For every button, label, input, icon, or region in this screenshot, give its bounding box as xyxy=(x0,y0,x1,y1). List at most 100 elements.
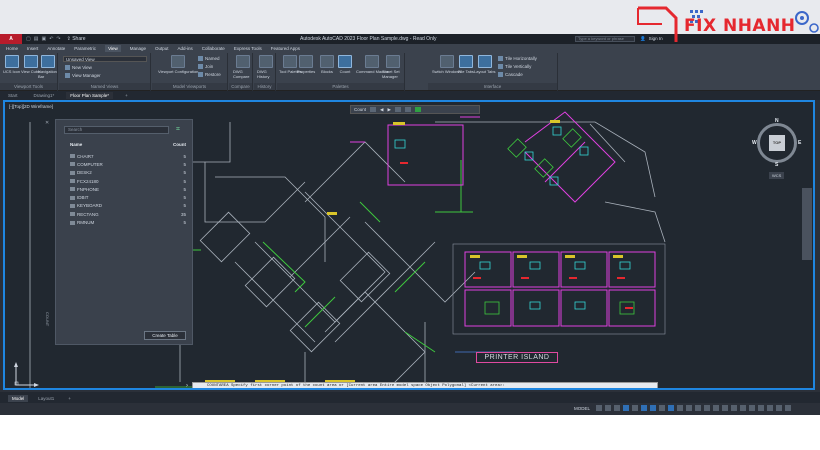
tab-output[interactable]: Output xyxy=(155,46,169,51)
doc-tab-floor-plan[interactable]: Floor Plan Sample* xyxy=(66,92,114,99)
quick-properties-icon[interactable] xyxy=(740,405,747,411)
new-view-button[interactable]: New View xyxy=(65,65,92,70)
tile-horizontally-button[interactable]: Tile Horizontally xyxy=(498,56,537,61)
count-value-box[interactable] xyxy=(370,107,377,112)
customization-menu-icon[interactable] xyxy=(785,405,792,411)
annotation-monitor-icon[interactable] xyxy=(722,405,729,411)
palette-close-icon[interactable]: ✕ xyxy=(45,120,49,126)
blocks-button[interactable]: Blocks xyxy=(320,55,334,74)
list-item[interactable]: IDBIT 5 xyxy=(70,193,186,201)
tab-model[interactable]: Model xyxy=(8,394,29,402)
finish-check-icon[interactable] xyxy=(414,107,421,112)
wcs-menu[interactable]: WCS xyxy=(769,172,785,179)
tab-collaborate[interactable]: Collaborate xyxy=(202,46,225,51)
navigation-bar[interactable] xyxy=(802,188,812,260)
list-item[interactable]: DESK2 5 xyxy=(70,169,186,177)
doc-tab-start[interactable]: Start xyxy=(4,92,22,99)
next-arrow-icon[interactable]: ▶ xyxy=(387,107,390,113)
switch-windows-button[interactable]: Switch Windows xyxy=(432,55,461,74)
cascade-button[interactable]: Cascade xyxy=(498,72,523,77)
snap-icon[interactable] xyxy=(605,405,612,411)
filter-icon[interactable] xyxy=(404,107,411,112)
tab-insert[interactable]: Insert xyxy=(27,46,38,51)
sheet-set-manager-button[interactable]: Sheet Set Manager xyxy=(382,55,404,79)
count-button[interactable]: Count xyxy=(338,55,352,74)
list-item[interactable]: KEYBOARD 5 xyxy=(70,202,186,210)
annotation-scale-icon[interactable] xyxy=(704,405,711,411)
tab-parametric[interactable]: Parametric xyxy=(74,46,96,51)
open-icon[interactable]: ▤ xyxy=(34,36,39,42)
viewport-configuration-button[interactable]: Viewport Configuration xyxy=(158,55,198,74)
new-tab-plus-icon[interactable]: + xyxy=(121,92,132,99)
drawing-viewport[interactable]: [-][Top][2D Wireframe] Count ◀ ▶ Search … xyxy=(3,100,815,390)
compass-south[interactable]: S xyxy=(775,162,778,168)
list-item[interactable]: FCX24180 5 xyxy=(70,177,186,185)
polar-tracking-icon[interactable] xyxy=(641,405,648,411)
tab-add-ins[interactable]: Add-ins xyxy=(178,46,193,51)
clean-screen-icon[interactable] xyxy=(776,405,783,411)
undo-icon[interactable]: ↶ xyxy=(49,36,53,42)
app-menu-button[interactable]: A xyxy=(0,34,22,44)
units-icon[interactable] xyxy=(731,405,738,411)
create-table-button[interactable]: Create Table xyxy=(144,331,186,340)
tab-home[interactable]: Home xyxy=(6,46,18,51)
named-viewports-button[interactable]: Named xyxy=(198,56,220,61)
transparency-icon[interactable] xyxy=(686,405,693,411)
dwg-history-button[interactable]: DWG History xyxy=(257,55,275,79)
doc-tab-drawing1[interactable]: Drawing1* xyxy=(30,92,59,99)
compass-east[interactable]: E xyxy=(798,140,801,146)
viewport-controls-label[interactable]: [-][Top][2D Wireframe] xyxy=(9,104,53,109)
graphics-performance-icon[interactable] xyxy=(767,405,774,411)
add-layout-plus-icon[interactable]: + xyxy=(64,395,75,402)
tab-annotate[interactable]: Annotate xyxy=(47,46,65,51)
model-space-toggle[interactable]: MODEL xyxy=(574,406,590,411)
view-cube-top-face[interactable]: TOP xyxy=(769,135,785,151)
help-search-input[interactable]: Type a keyword or phrase xyxy=(575,36,635,42)
tab-manage[interactable]: Manage xyxy=(130,46,146,51)
restore-button[interactable]: Restore xyxy=(198,72,221,77)
workspace-gear-icon[interactable] xyxy=(713,405,720,411)
dwg-compare-button[interactable]: DWG Compare xyxy=(233,55,252,79)
view-cube[interactable]: TOP N S E W xyxy=(752,118,802,168)
lock-ui-icon[interactable] xyxy=(749,405,756,411)
tile-vertically-button[interactable]: Tile Vertically xyxy=(498,64,531,69)
object-snap-tracking-icon[interactable] xyxy=(659,405,666,411)
command-line[interactable]: COUNTAREA Specify first corner point of … xyxy=(192,382,658,388)
navigation-bar-button[interactable]: Navigation Bar xyxy=(38,55,57,79)
isodraft-icon[interactable] xyxy=(650,405,657,411)
object-snap-icon[interactable] xyxy=(668,405,675,411)
selection-cycling-icon[interactable] xyxy=(695,405,702,411)
tab-featured-apps[interactable]: Featured Apps xyxy=(271,46,300,51)
named-view-combo[interactable]: Unsaved View xyxy=(63,56,147,62)
tab-express-tools[interactable]: Express Tools xyxy=(234,46,262,51)
save-icon[interactable]: ▣ xyxy=(41,36,46,42)
new-icon[interactable]: ▢ xyxy=(26,36,31,42)
layout-tabs-button[interactable]: Layout Tabs xyxy=(474,55,496,74)
list-item[interactable]: RECTANG 35 xyxy=(70,210,186,218)
compass-west[interactable]: W xyxy=(752,140,757,146)
count-header-name[interactable]: Name xyxy=(70,142,82,147)
list-item[interactable]: FNPHONE 5 xyxy=(70,185,186,193)
properties-button[interactable]: Properties xyxy=(297,55,315,74)
count-area-icon[interactable]: ⌗ xyxy=(176,126,184,134)
redo-icon[interactable]: ↷ xyxy=(56,36,60,42)
isolate-objects-icon[interactable] xyxy=(758,405,765,411)
grid-icon[interactable] xyxy=(596,405,603,411)
ortho-icon[interactable] xyxy=(632,405,639,411)
compass-north[interactable]: N xyxy=(775,118,779,124)
share-button[interactable]: ⇪ Share xyxy=(67,36,86,42)
file-tabs-button[interactable]: File Tabs xyxy=(458,55,474,74)
list-item[interactable]: COMPUTER 5 xyxy=(70,160,186,168)
previous-arrow-icon[interactable]: ◀ xyxy=(380,107,383,113)
insert-field-icon[interactable] xyxy=(394,107,401,112)
infer-constraints-icon[interactable] xyxy=(614,405,621,411)
join-button[interactable]: Join xyxy=(198,64,213,69)
list-item[interactable]: RMNUM 5 xyxy=(70,218,186,226)
ucs-icon-button[interactable]: UCS Icon xyxy=(3,55,20,74)
tab-layout1[interactable]: Layout1 xyxy=(34,395,58,402)
count-header-count[interactable]: Count xyxy=(173,142,186,147)
view-manager-button[interactable]: View Manager xyxy=(65,73,101,78)
list-item[interactable]: CHAIR7 5 xyxy=(70,152,186,160)
dynamic-input-icon[interactable] xyxy=(623,405,630,411)
lineweight-icon[interactable] xyxy=(677,405,684,411)
